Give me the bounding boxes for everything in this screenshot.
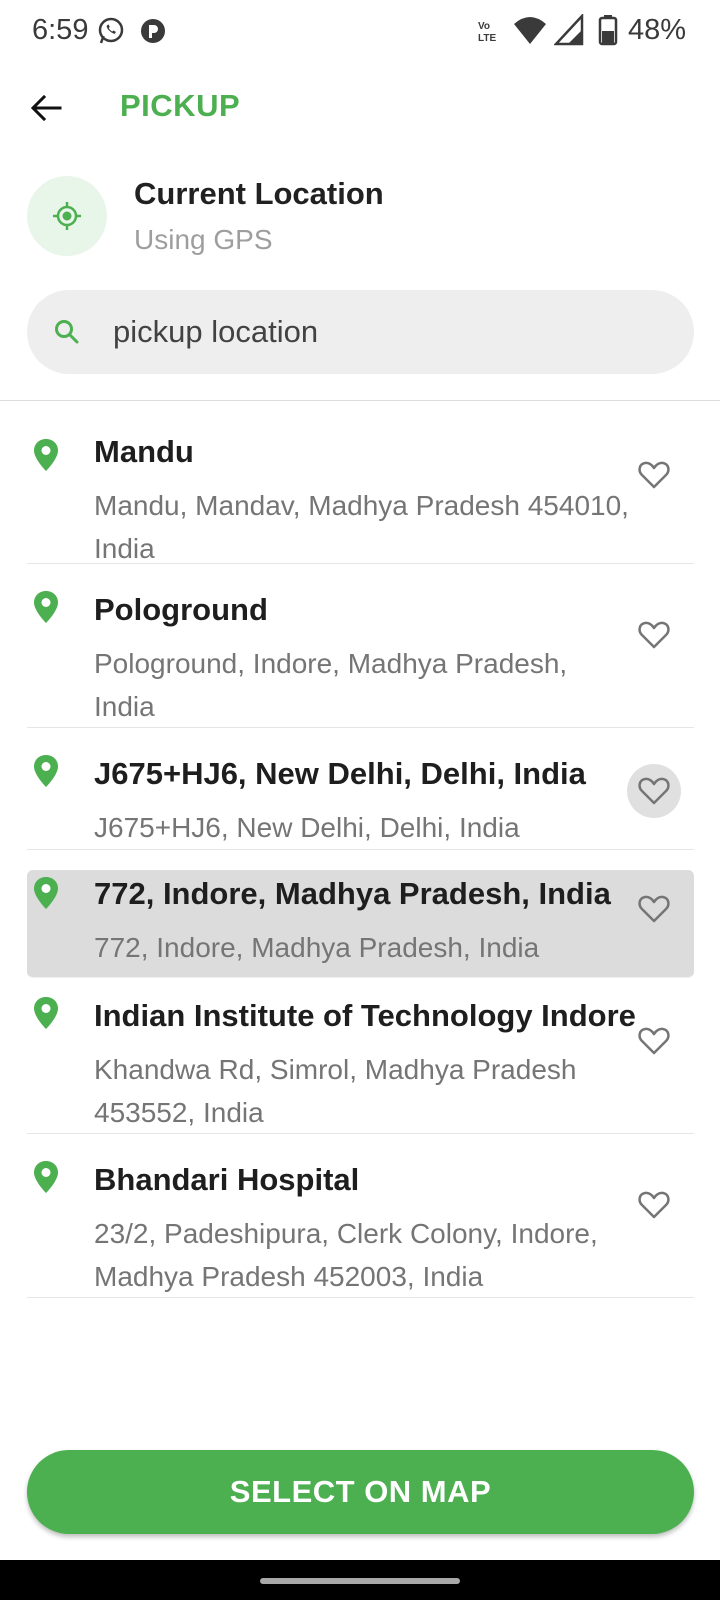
svg-text:Vo: Vo xyxy=(478,21,490,32)
pickup-screen: 6:59 Vo LTE 48% PICKUP Current Location … xyxy=(0,0,720,1600)
favorite-button[interactable] xyxy=(627,882,681,936)
search-icon xyxy=(55,320,79,344)
heart-outline-icon xyxy=(638,895,670,923)
select-on-map-button[interactable]: SELECT ON MAP xyxy=(27,1450,694,1534)
favorite-button[interactable] xyxy=(627,608,681,662)
list-item[interactable]: Pologround Pologround, Indore, Madhya Pr… xyxy=(27,564,694,728)
list-item-selected[interactable]: 772, Indore, Madhya Pradesh, India 772, … xyxy=(27,870,694,978)
list-item-subtitle: J675+HJ6, New Delhi, Delhi, India xyxy=(94,812,520,843)
battery-icon xyxy=(598,15,618,46)
arrow-back-icon xyxy=(30,94,62,122)
favorite-button[interactable] xyxy=(627,764,681,818)
list-item-title: Pologround xyxy=(94,592,268,627)
list-item-subtitle: 23/2, Padeshipura, Clerk Colony, Indore,… xyxy=(94,1218,598,1292)
location-pin-icon xyxy=(34,439,58,471)
divider xyxy=(0,400,720,401)
heart-outline-icon xyxy=(638,461,670,489)
list-item-title: Bhandari Hospital xyxy=(94,1162,360,1197)
cell-signal-icon xyxy=(554,14,584,46)
list-item[interactable]: Indian Institute of Technology Indore Kh… xyxy=(27,978,694,1134)
favorite-button[interactable] xyxy=(627,1014,681,1068)
current-location-button[interactable] xyxy=(27,176,107,256)
list-item-title: Indian Institute of Technology Indore xyxy=(94,998,636,1033)
back-button[interactable] xyxy=(24,86,68,130)
home-gesture-handle[interactable] xyxy=(260,1578,460,1584)
heart-outline-icon xyxy=(638,1027,670,1055)
wifi-icon xyxy=(514,17,546,44)
list-item-title: Mandu xyxy=(94,434,194,469)
list-item[interactable]: Mandu Mandu, Mandav, Madhya Pradesh 4540… xyxy=(27,414,694,564)
current-location-subtitle: Using GPS xyxy=(134,224,273,255)
location-pin-icon xyxy=(34,997,58,1029)
heart-outline-icon xyxy=(638,777,670,805)
list-item-title: 772, Indore, Madhya Pradesh, India xyxy=(94,876,611,911)
list-item-title: J675+HJ6, New Delhi, Delhi, India xyxy=(94,756,586,791)
svg-text:LTE: LTE xyxy=(478,33,496,44)
volte-icon: Vo LTE xyxy=(478,21,496,44)
page-title: PICKUP xyxy=(120,88,241,123)
app-notification-icon xyxy=(141,19,165,43)
list-item[interactable]: J675+HJ6, New Delhi, Delhi, India J675+H… xyxy=(27,728,694,850)
navigation-bar xyxy=(0,1560,720,1600)
favorite-button[interactable] xyxy=(627,448,681,502)
favorite-button[interactable] xyxy=(627,1178,681,1232)
list-item-subtitle: 772, Indore, Madhya Pradesh, India xyxy=(94,932,540,963)
location-pin-icon xyxy=(34,1161,58,1193)
list-item-subtitle: Pologround, Indore, Madhya Pradesh, Indi… xyxy=(94,648,568,722)
gps-crosshair-icon xyxy=(53,202,81,230)
location-pin-icon xyxy=(34,877,58,909)
whatsapp-icon xyxy=(98,17,124,44)
battery-percentage: 48% xyxy=(627,14,686,46)
search-box[interactable] xyxy=(27,290,694,374)
status-time: 6:59 xyxy=(32,14,89,46)
location-pin-icon xyxy=(34,591,58,623)
list-item[interactable]: Bhandari Hospital 23/2, Padeshipura, Cle… xyxy=(27,1134,694,1298)
current-location-title[interactable]: Current Location xyxy=(134,176,384,212)
list-item-subtitle: Khandwa Rd, Simrol, Madhya Pradesh 45355… xyxy=(94,1054,577,1128)
search-input[interactable] xyxy=(113,290,673,374)
status-bar: 6:59 Vo LTE 48% xyxy=(0,0,720,64)
heart-outline-icon xyxy=(638,1191,670,1219)
location-pin-icon xyxy=(34,755,58,787)
list-item-subtitle: Mandu, Mandav, Madhya Pradesh 454010, In… xyxy=(94,490,629,564)
heart-outline-icon xyxy=(638,621,670,649)
